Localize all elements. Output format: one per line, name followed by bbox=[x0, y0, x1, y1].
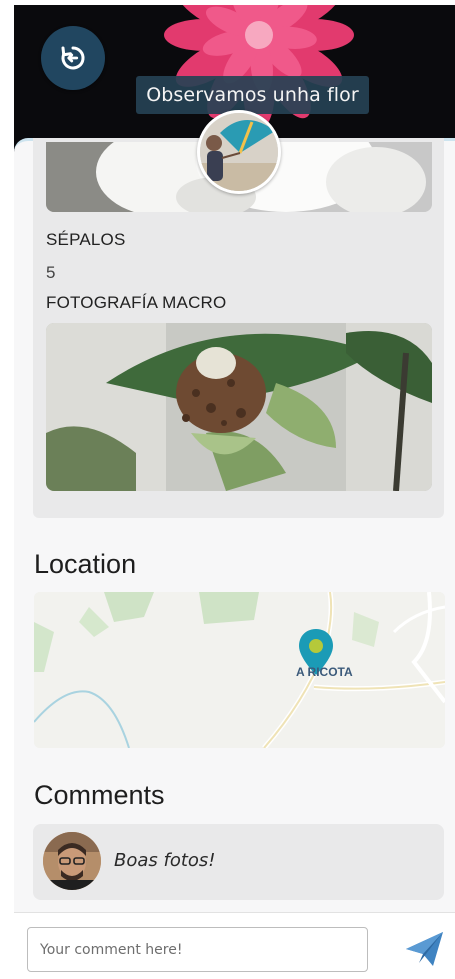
map-image bbox=[34, 592, 445, 748]
observation-screen: Observamos unha flor SÉPALOS 5 FOTOGRAFÍ… bbox=[0, 0, 455, 979]
observation-title: Observamos unha flor bbox=[136, 76, 369, 114]
location-title: Location bbox=[34, 549, 137, 579]
commenter-avatar[interactable] bbox=[43, 832, 101, 890]
observer-photo bbox=[200, 113, 278, 191]
macro-photo-label: FOTOGRAFÍA MACRO bbox=[46, 293, 227, 312]
map-place-label: A RICOTA bbox=[296, 665, 353, 679]
sepals-label: SÉPALOS bbox=[46, 230, 126, 249]
comment-text: Boas fotos! bbox=[114, 850, 216, 871]
location-map[interactable]: A RICOTA bbox=[34, 592, 445, 748]
send-button[interactable] bbox=[401, 926, 447, 972]
sepals-value: 5 bbox=[46, 263, 56, 282]
comment-input[interactable] bbox=[27, 927, 368, 972]
back-arrow-icon bbox=[61, 46, 85, 70]
comments-title: Comments bbox=[34, 780, 165, 810]
macro-flower-image bbox=[46, 323, 432, 491]
observer-avatar[interactable] bbox=[197, 110, 281, 194]
commenter-photo bbox=[43, 832, 101, 890]
paper-plane-icon bbox=[406, 932, 443, 966]
back-button[interactable] bbox=[41, 26, 105, 90]
macro-photo[interactable] bbox=[46, 323, 432, 491]
